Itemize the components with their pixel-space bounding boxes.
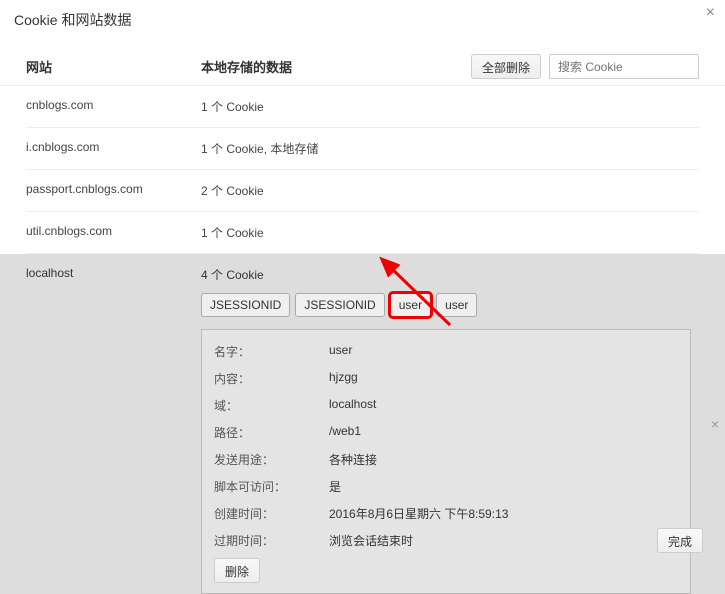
detail-label: 创建时间： bbox=[214, 505, 329, 522]
detail-value: hjzgg bbox=[329, 370, 358, 387]
site-row[interactable]: util.cnblogs.com 1 个 Cookie bbox=[26, 212, 699, 254]
detail-value: user bbox=[329, 343, 352, 360]
detail-label: 发送用途： bbox=[214, 451, 329, 468]
site-name: i.cnblogs.com bbox=[26, 140, 201, 157]
site-name: localhost bbox=[26, 266, 201, 283]
detail-value: 各种连接 bbox=[329, 451, 377, 468]
detail-value: 是 bbox=[329, 478, 341, 495]
cookie-details-panel: 名字：user 内容：hjzgg 域：localhost 路径：/web1 发送… bbox=[201, 329, 691, 594]
site-list: cnblogs.com 1 个 Cookie i.cnblogs.com 1 个… bbox=[0, 86, 725, 594]
site-row[interactable]: cnblogs.com 1 个 Cookie bbox=[26, 86, 699, 128]
detail-value: /web1 bbox=[329, 424, 361, 441]
table-header-row: 网站 本地存储的数据 全部删除 bbox=[0, 38, 725, 86]
site-data: 4 个 Cookie bbox=[201, 266, 264, 283]
remove-row-icon[interactable]: × bbox=[711, 416, 719, 432]
site-name: util.cnblogs.com bbox=[26, 224, 201, 241]
delete-all-button[interactable]: 全部删除 bbox=[471, 54, 541, 79]
done-button[interactable]: 完成 bbox=[657, 528, 703, 553]
dialog-title: Cookie 和网站数据 bbox=[0, 0, 725, 38]
column-header-data: 本地存储的数据 bbox=[201, 57, 471, 76]
detail-label: 脚本可访问： bbox=[214, 478, 329, 495]
site-name: cnblogs.com bbox=[26, 98, 201, 115]
site-data: 1 个 Cookie bbox=[201, 224, 699, 241]
detail-value: 2016年8月6日星期六 下午8:59:13 bbox=[329, 505, 508, 522]
detail-value: localhost bbox=[329, 397, 376, 414]
detail-label: 路径： bbox=[214, 424, 329, 441]
detail-label: 名字： bbox=[214, 343, 329, 360]
cookie-tabs: JSESSIONID JSESSIONID user user bbox=[26, 287, 699, 325]
site-data: 1 个 Cookie, 本地存储 bbox=[201, 140, 699, 157]
detail-label: 过期时间： bbox=[214, 532, 329, 549]
site-name: passport.cnblogs.com bbox=[26, 182, 201, 199]
close-icon[interactable]: × bbox=[706, 4, 715, 22]
site-row[interactable]: i.cnblogs.com 1 个 Cookie, 本地存储 bbox=[26, 128, 699, 170]
dialog-footer: 完成 bbox=[657, 528, 703, 553]
cookie-tab[interactable]: user bbox=[436, 293, 477, 317]
site-row[interactable]: passport.cnblogs.com 2 个 Cookie bbox=[26, 170, 699, 212]
cookie-tab[interactable]: JSESSIONID bbox=[201, 293, 290, 317]
site-row-expanded: localhost 4 个 Cookie JSESSIONID JSESSION… bbox=[0, 254, 725, 594]
site-data: 2 个 Cookie bbox=[201, 182, 699, 199]
cookie-tab[interactable]: JSESSIONID bbox=[295, 293, 384, 317]
detail-label: 域： bbox=[214, 397, 329, 414]
detail-value: 浏览会话结束时 bbox=[329, 532, 413, 549]
site-data: 1 个 Cookie bbox=[201, 98, 699, 115]
search-input[interactable] bbox=[549, 54, 699, 79]
cookie-tab-selected[interactable]: user bbox=[390, 293, 431, 317]
detail-label: 内容： bbox=[214, 370, 329, 387]
column-header-site: 网站 bbox=[26, 57, 201, 76]
delete-button[interactable]: 删除 bbox=[214, 558, 260, 583]
